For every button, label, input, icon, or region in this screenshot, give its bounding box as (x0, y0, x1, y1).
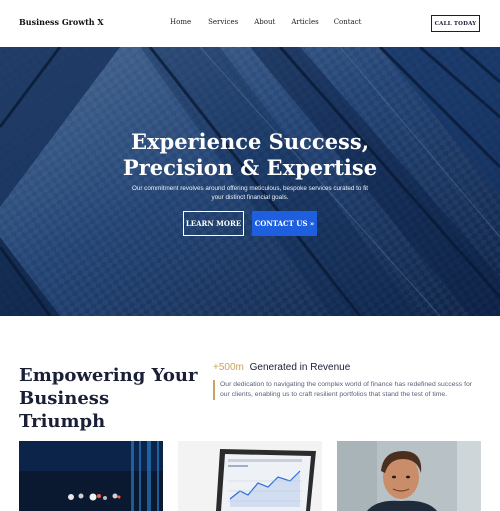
laptop-chart-image (178, 441, 322, 511)
nav-articles[interactable]: Articles (291, 18, 318, 26)
nav-contact[interactable]: Contact (334, 18, 362, 26)
section-title-line-2: Business Triumph (19, 388, 110, 432)
hero-section: Experience Success, Precision & Expertis… (0, 47, 500, 316)
hero-title-line-1: Experience Success, (130, 129, 370, 154)
call-today-button[interactable]: CALL TODAY (431, 15, 480, 32)
section-title: Empowering Your Business Triumph (19, 364, 199, 433)
site-header: Business Growth X Home Services About Ar… (0, 0, 500, 47)
trading-screen-image (19, 441, 163, 511)
nav-home[interactable]: Home (170, 18, 191, 26)
section-title-line-1: Empowering Your (19, 365, 198, 386)
nav-services[interactable]: Services (208, 18, 238, 26)
stat-value: +500m (213, 362, 244, 373)
hero-background-image (0, 47, 500, 316)
contact-us-button[interactable]: CONTACT US » (252, 211, 317, 236)
businessman-portrait-image (337, 441, 481, 511)
section-description: Our dedication to navigating the complex… (213, 380, 483, 400)
hero-title: Experience Success, Precision & Expertis… (0, 129, 500, 181)
main-nav: Home Services About Articles Contact (170, 18, 380, 26)
hero-title-line-2: Precision & Expertise (122, 155, 378, 180)
nav-about[interactable]: About (254, 18, 275, 26)
brand-logo[interactable]: Business Growth X (19, 17, 104, 27)
revenue-stat: +500m Generated in Revenue (213, 362, 350, 373)
learn-more-button[interactable]: LEARN MORE (183, 211, 244, 236)
hero-subtitle: Our commitment revolves around offering … (131, 185, 369, 201)
card-image-trading[interactable] (19, 441, 163, 511)
stat-label: Generated in Revenue (249, 362, 351, 373)
card-image-businessman[interactable] (337, 441, 481, 511)
card-image-laptop[interactable] (178, 441, 322, 511)
